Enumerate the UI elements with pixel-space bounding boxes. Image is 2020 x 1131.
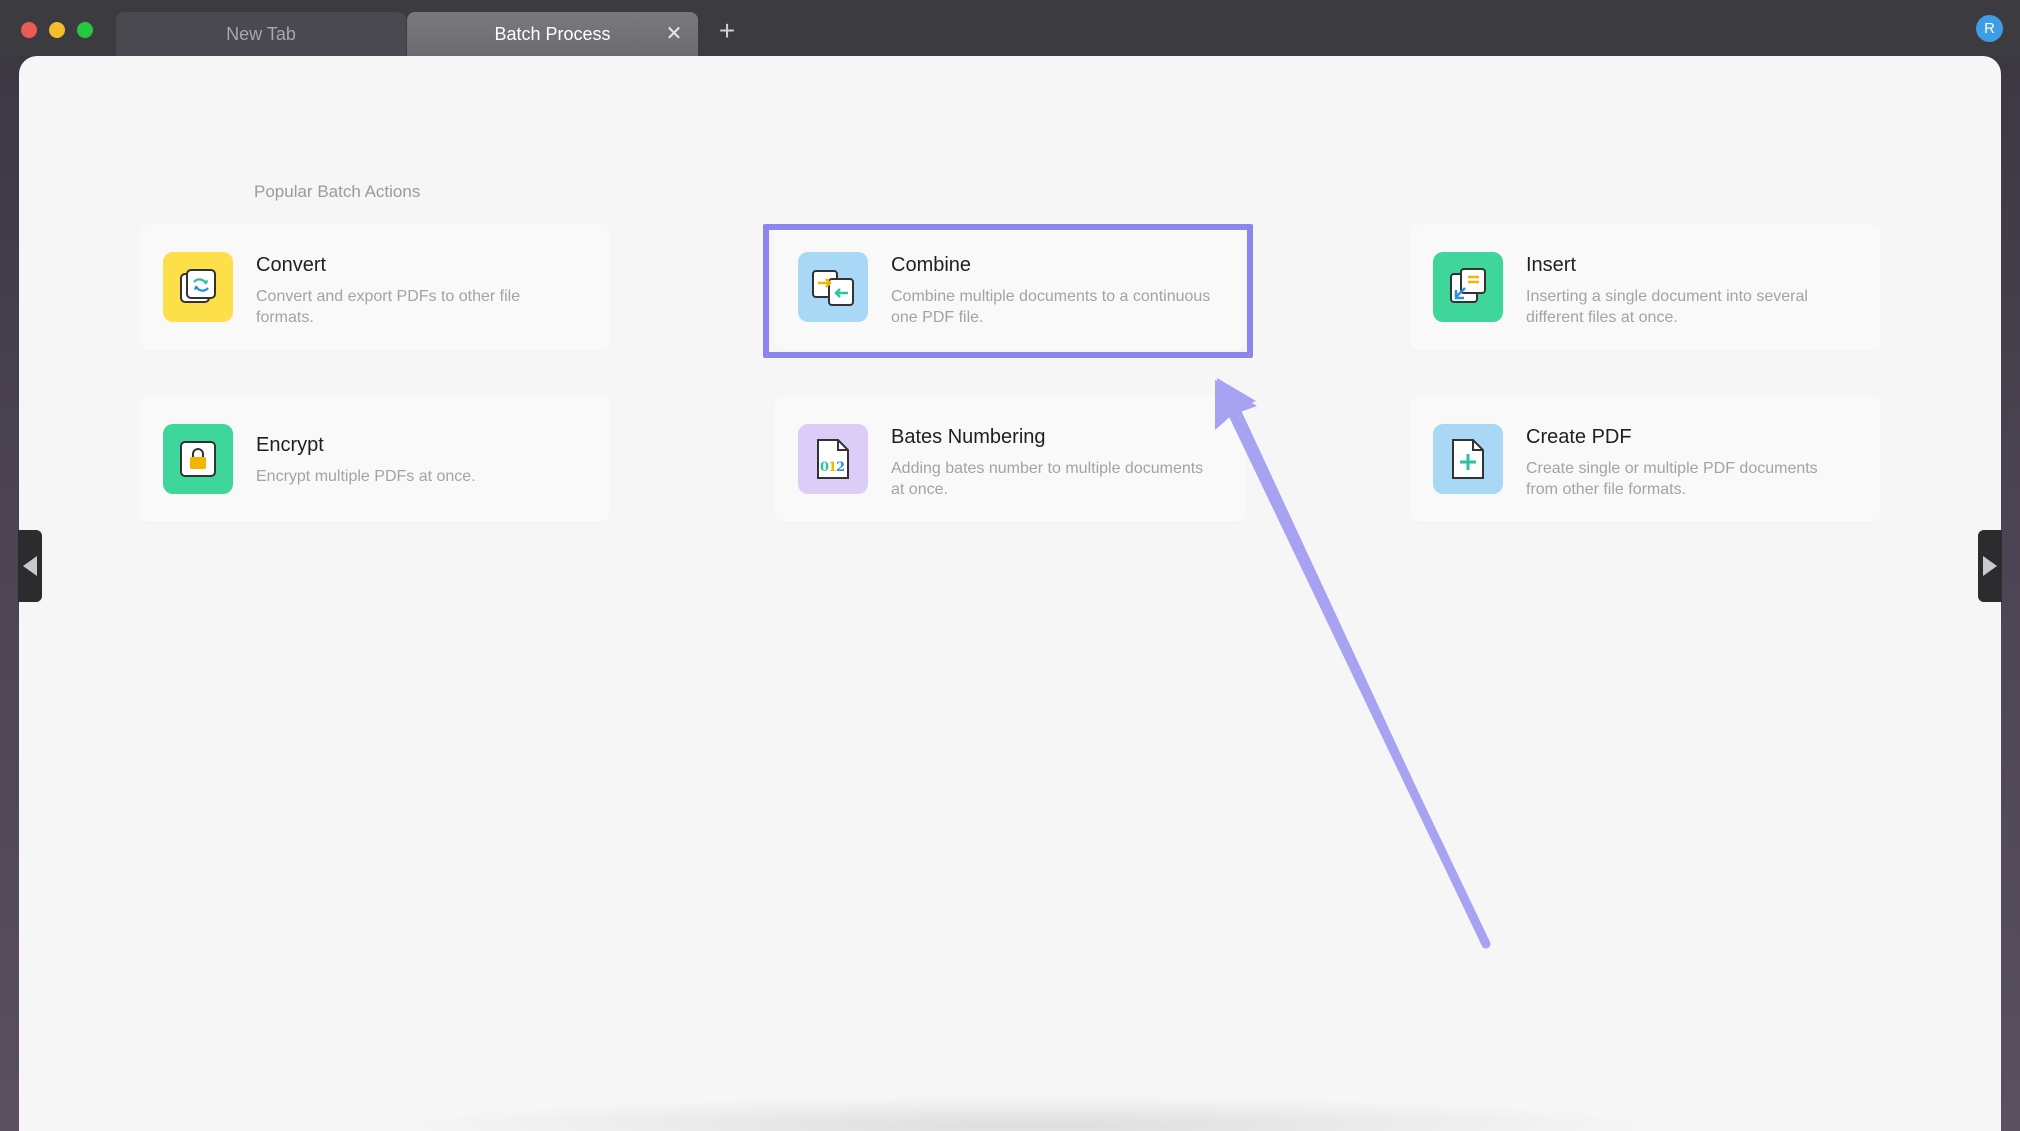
action-description: Inserting a single document into several… (1526, 288, 1808, 326)
action-description: Create single or multiple PDF documents … (1526, 460, 1818, 498)
create-pdf-icon (1433, 424, 1503, 494)
tab-label: New Tab (226, 23, 296, 44)
close-window-button[interactable] (21, 22, 37, 38)
minimize-window-button[interactable] (49, 22, 65, 38)
action-title: Convert (256, 254, 327, 276)
action-title: Combine (891, 254, 972, 276)
action-description: Combine multiple documents to a continuo… (891, 288, 1211, 326)
action-title: Bates Numbering (891, 426, 1046, 448)
action-card-bates-numbering[interactable]: 0 1 2 Bates Numbering Adding bates numbe… (774, 396, 1246, 522)
chevron-right-icon (1983, 556, 1997, 576)
avatar[interactable]: R (1976, 15, 2003, 42)
convert-icon (163, 252, 233, 322)
action-card-combine[interactable]: Combine Combine multiple documents to a … (774, 224, 1246, 350)
batch-process-panel: Popular Batch Actions Convert Convert an… (19, 56, 2001, 1131)
tab-label: Batch Process (494, 23, 611, 44)
close-tab-icon[interactable]: ✕ (664, 24, 684, 44)
next-page-button[interactable] (1978, 530, 2002, 602)
combine-icon (798, 252, 868, 322)
svg-text:2: 2 (836, 460, 845, 475)
tab-batch-process[interactable]: Batch Process ✕ (407, 12, 698, 56)
action-description: Encrypt multiple PDFs at once. (256, 468, 476, 485)
action-title: Create PDF (1526, 426, 1632, 448)
insert-icon (1433, 252, 1503, 322)
bates-number-icon: 0 1 2 (798, 424, 868, 494)
tab-new-tab[interactable]: New Tab (116, 12, 406, 56)
title-bar: New Tab Batch Process ✕ + R (0, 0, 2020, 56)
section-title: Popular Batch Actions (254, 182, 421, 201)
action-title: Insert (1526, 254, 1577, 276)
action-card-encrypt[interactable]: Encrypt Encrypt multiple PDFs at once. (139, 396, 611, 522)
chevron-left-icon (23, 556, 37, 576)
action-card-convert[interactable]: Convert Convert and export PDFs to other… (139, 224, 611, 350)
action-title: Encrypt (256, 434, 324, 456)
action-description: Adding bates number to multiple document… (891, 460, 1204, 498)
bottom-shadow (399, 1096, 1659, 1131)
action-card-insert[interactable]: Insert Inserting a single document into … (1409, 224, 1881, 350)
new-tab-button[interactable]: + (712, 16, 742, 46)
zoom-window-button[interactable] (77, 22, 93, 38)
action-card-create-pdf[interactable]: Create PDF Create single or multiple PDF… (1409, 396, 1881, 522)
lock-icon (163, 424, 233, 494)
previous-page-button[interactable] (18, 530, 42, 602)
action-description: Convert and export PDFs to other file fo… (256, 288, 521, 326)
